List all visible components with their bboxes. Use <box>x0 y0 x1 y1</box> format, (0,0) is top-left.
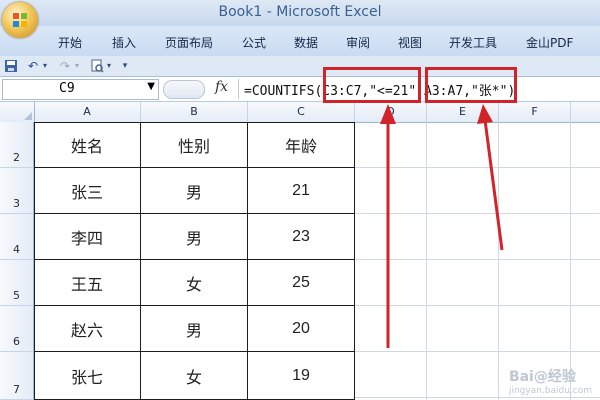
table-header-name[interactable]: 姓名 <box>34 122 141 168</box>
row-number: 6 <box>13 335 20 348</box>
empty-grid-area[interactable] <box>355 122 600 400</box>
table-cell-gender[interactable]: 女 <box>141 260 248 306</box>
row-header-5[interactable]: 5 <box>0 260 34 306</box>
name-box-value: C9 <box>59 81 75 96</box>
ribbon-tabs: 开始 插入 页面布局 公式 数据 审阅 视图 开发工具 金山PDF <box>0 26 600 57</box>
tab-data[interactable]: 数据 <box>294 34 318 51</box>
chevron-down-icon[interactable]: ▼ <box>147 81 155 92</box>
formula-bar-splitter[interactable] <box>163 80 205 99</box>
table-cell-gender[interactable]: 男 <box>141 168 248 214</box>
table-cell-name[interactable]: 张三 <box>34 168 141 214</box>
formula-separator <box>238 79 239 99</box>
tab-home[interactable]: 开始 <box>58 34 82 51</box>
table-header-gender[interactable]: 性别 <box>141 122 248 168</box>
tab-kingsoft-pdf[interactable]: 金山PDF <box>526 34 573 51</box>
row-number: 7 <box>13 383 20 396</box>
table-cell-age[interactable]: 25 <box>248 260 355 306</box>
customize-icon[interactable]: ▾ <box>118 59 132 73</box>
table-cell-name[interactable]: 李四 <box>34 214 141 260</box>
redo-dropdown-icon[interactable]: ▾ <box>70 59 84 73</box>
row-header-6[interactable]: 6 <box>0 306 34 352</box>
criteria2-highlight-box <box>425 67 517 103</box>
table-cell-name[interactable]: 王五 <box>34 260 141 306</box>
table-cell-name[interactable]: 赵六 <box>34 306 141 352</box>
column-header-b[interactable]: B <box>141 102 248 122</box>
table-cell-age[interactable]: 20 <box>248 306 355 352</box>
row-header-4[interactable]: 4 <box>0 214 34 260</box>
column-header-e[interactable]: E <box>427 102 499 122</box>
column-header-a[interactable]: A <box>34 102 141 122</box>
column-header-d[interactable]: D <box>355 102 427 122</box>
tab-insert[interactable]: 插入 <box>112 34 136 51</box>
table-header-age[interactable]: 年龄 <box>248 122 355 168</box>
tab-formulas[interactable]: 公式 <box>242 34 266 51</box>
office-logo-icon <box>13 13 27 27</box>
column-headers: A B C D E F <box>0 102 600 123</box>
tab-developer[interactable]: 开发工具 <box>449 34 497 51</box>
table-cell-name[interactable]: 张七 <box>34 352 141 400</box>
tab-review[interactable]: 审阅 <box>346 34 370 51</box>
table-cell-gender[interactable]: 男 <box>141 214 248 260</box>
select-all-corner[interactable] <box>0 102 35 122</box>
watermark: Bai@经验 jingyan.baidu.com <box>509 366 592 396</box>
window-title: Book1 - Microsoft Excel <box>218 4 382 20</box>
row-header-3[interactable]: 3 <box>0 168 34 214</box>
table-cell-age[interactable]: 23 <box>248 214 355 260</box>
tab-view[interactable]: 视图 <box>398 34 422 51</box>
undo-dropdown-icon[interactable]: ▾ <box>38 59 52 73</box>
insert-function-icon[interactable]: fx <box>215 79 228 95</box>
table-cell-age[interactable]: 19 <box>248 352 355 400</box>
save-icon[interactable] <box>4 59 18 73</box>
row-number: 3 <box>13 197 20 210</box>
watermark-sub: jingyan.baidu.com <box>508 386 592 396</box>
row-number: 5 <box>13 289 20 302</box>
criteria1-highlight-box <box>323 67 421 103</box>
watermark-main: Bai@经验 <box>508 369 576 385</box>
column-header-f[interactable]: F <box>499 102 571 122</box>
row-number: 4 <box>13 243 20 256</box>
name-box[interactable]: C9 ▼ <box>2 79 159 100</box>
office-button[interactable] <box>2 2 38 38</box>
table-cell-age[interactable]: 21 <box>248 168 355 214</box>
title-bar: Book1 - Microsoft Excel <box>0 0 600 26</box>
table-cell-gender[interactable]: 男 <box>141 306 248 352</box>
column-header-c[interactable]: C <box>248 102 355 122</box>
table-cell-gender[interactable]: 女 <box>141 352 248 400</box>
row-header-2[interactable]: 2 <box>0 122 34 168</box>
row-number: 2 <box>13 151 20 164</box>
row-header-7[interactable]: 7 <box>0 352 34 400</box>
tab-page-layout[interactable]: 页面布局 <box>165 34 213 51</box>
print-preview-dropdown-icon[interactable]: ▾ <box>102 59 116 73</box>
